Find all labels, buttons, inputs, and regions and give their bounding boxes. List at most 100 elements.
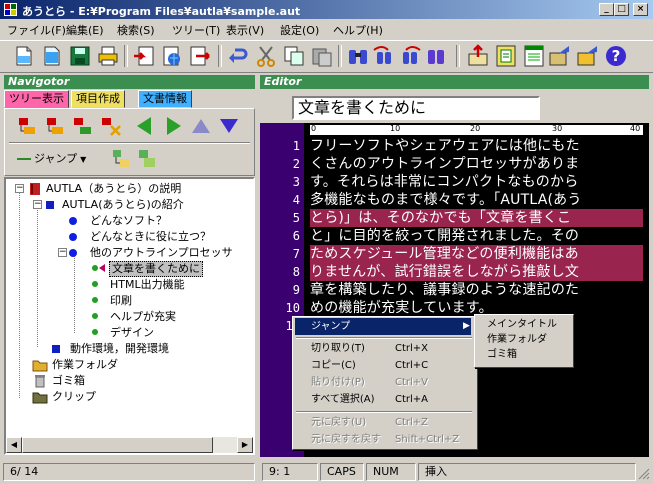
replace-button[interactable] <box>424 44 448 68</box>
open-button[interactable] <box>40 44 64 68</box>
context-menu: ジャンプ ▶ 切り取り(T) Ctrl+X コピー(C) Ctrl+C 貼り付け(P… <box>292 316 478 450</box>
tree-node[interactable]: HTML出力機能 <box>6 277 251 293</box>
tree-node[interactable]: ヘルプが充実 <box>6 309 251 325</box>
binoculars-icon <box>349 50 367 64</box>
app-icon <box>4 3 17 16</box>
triangle-right-icon <box>167 117 181 135</box>
export-button[interactable] <box>188 44 212 68</box>
scissors-icon <box>257 46 275 67</box>
folder-tool-button[interactable] <box>548 44 572 68</box>
menu-shortcut: Ctrl+V <box>395 377 429 388</box>
triangle-down-icon <box>220 119 238 133</box>
find-button[interactable] <box>346 44 370 68</box>
new-file-button[interactable] <box>12 44 36 68</box>
menu-search[interactable]: 検索(S) <box>117 22 155 38</box>
tree-node[interactable]: 作業フォルダ <box>6 357 251 373</box>
upload-button[interactable] <box>466 44 490 68</box>
tree-node[interactable]: − 他のアウトラインプロセッサ <box>6 245 251 261</box>
tree-node[interactable]: クリップ <box>6 389 251 405</box>
maximize-button[interactable]: □ <box>614 3 629 16</box>
folder-open-icon <box>577 46 597 66</box>
outline-tree: − AUTLA（あうとら）の説明 − AUTLA(あうとら)の紹介 どんなソフト… <box>4 177 255 455</box>
collapse-toggle[interactable]: − <box>33 200 42 209</box>
document-button[interactable] <box>522 44 546 68</box>
undo-icon <box>229 48 248 63</box>
globe-button[interactable] <box>160 44 184 68</box>
import-button[interactable] <box>132 44 156 68</box>
tree-node[interactable]: ゴミ箱 <box>6 373 251 389</box>
scroll-right-button[interactable]: ▶ <box>237 437 253 453</box>
save-button[interactable] <box>68 44 92 68</box>
menu-settings[interactable]: 設定(O) <box>280 22 319 38</box>
expand-tree-button[interactable] <box>109 147 133 171</box>
menu-item-redo[interactable]: 元に戻すを戻す Shift+Ctrl+Z <box>295 431 471 448</box>
menu-item-jump[interactable]: ジャンプ ▶ <box>295 318 471 335</box>
collapse-toggle[interactable]: − <box>15 184 24 193</box>
tab-tree-view[interactable]: ツリー表示 <box>4 90 69 108</box>
menu-edit[interactable]: 編集(E) <box>66 22 104 38</box>
paste-button[interactable] <box>310 44 334 68</box>
menu-item-cut[interactable]: 切り取り(T) Ctrl+X <box>295 340 471 357</box>
close-button[interactable]: × <box>633 3 648 16</box>
collapse-toggle[interactable]: − <box>58 248 67 257</box>
submenu-item[interactable]: メインタイトル <box>487 317 557 332</box>
menu-item-label: 貼り付け(P) <box>311 377 365 388</box>
menu-item-copy[interactable]: コピー(C) Ctrl+C <box>295 357 471 374</box>
status-caps: CAPS <box>320 463 364 481</box>
column-ruler: 0 10 20 30 40 <box>310 124 643 135</box>
tree-delete-button[interactable] <box>99 114 123 138</box>
help-button[interactable]: ? <box>604 44 628 68</box>
submenu-item[interactable]: ゴミ箱 <box>487 347 517 362</box>
line-number: 4 <box>292 193 300 207</box>
menu-bar: ファイル(F) 編集(E) 検索(S) ツリー(T) 表示(V) 設定(O) ヘ… <box>0 19 653 39</box>
undo-button[interactable] <box>226 44 250 68</box>
menu-help[interactable]: ヘルプ(H) <box>333 22 383 38</box>
tab-item-create[interactable]: 項目作成 <box>71 90 125 108</box>
scroll-thumb[interactable] <box>22 437 213 453</box>
editor-title-area: 文章を書くために <box>260 90 649 123</box>
nav-forward-button[interactable] <box>161 114 185 138</box>
jump-dropdown-button[interactable]: ジャンプ ▼ <box>17 149 97 169</box>
section-title-field[interactable]: 文章を書くために <box>292 96 540 120</box>
find-next-button[interactable] <box>398 44 422 68</box>
tree-indent-button[interactable] <box>71 114 95 138</box>
tab-doc-info[interactable]: 文書情報 <box>138 90 192 108</box>
minimize-button[interactable]: _ <box>599 3 614 16</box>
line-number: 8 <box>292 265 300 279</box>
nav-down-button[interactable] <box>217 114 241 138</box>
tree-move-down-button[interactable] <box>43 114 67 138</box>
tree-node[interactable]: 印刷 <box>6 293 251 309</box>
find-prev-button[interactable] <box>372 44 396 68</box>
collapse-tree-button[interactable] <box>135 147 159 171</box>
tree-node[interactable]: どんなソフト？ <box>6 213 251 229</box>
status-num: NUM <box>366 463 416 481</box>
menu-item-paste[interactable]: 貼り付け(P) Ctrl+V <box>295 374 471 391</box>
tree-move-up-button[interactable] <box>15 114 39 138</box>
copy-button[interactable] <box>282 44 306 68</box>
pane-splitter[interactable] <box>256 75 259 458</box>
outline-button[interactable] <box>494 44 518 68</box>
menu-item-label: すべて選択(A) <box>311 394 375 405</box>
folder-open-button[interactable] <box>576 44 600 68</box>
menu-tree[interactable]: ツリー(T) <box>172 22 220 38</box>
menu-item-undo[interactable]: 元に戻す(U) Ctrl+Z <box>295 414 471 431</box>
tree-label: AUTLA(あうとら)の紹介 <box>62 198 184 211</box>
cut-button[interactable] <box>254 44 278 68</box>
scroll-left-button[interactable]: ◀ <box>6 437 22 453</box>
tree-node[interactable]: デザイン <box>6 325 251 341</box>
nav-up-button[interactable] <box>189 114 213 138</box>
tree-horizontal-scrollbar[interactable]: ◀ ▶ <box>6 437 253 453</box>
print-button[interactable] <box>96 44 120 68</box>
menu-item-select-all[interactable]: すべて選択(A) Ctrl+A <box>295 391 471 408</box>
tree-delete-icon <box>102 118 121 136</box>
resize-grip[interactable] <box>638 468 650 480</box>
tree-node[interactable]: どんなときに役に立つ？ <box>6 229 251 245</box>
tree-node[interactable]: − AUTLA(あうとら)の紹介 <box>6 197 251 213</box>
nav-back-button[interactable] <box>133 114 157 138</box>
tree-node-selected[interactable]: 文章を書くために <box>6 261 251 277</box>
menu-view[interactable]: 表示(V) <box>226 22 264 38</box>
tree-node[interactable]: 動作環境，開発環境 <box>6 341 251 357</box>
submenu-item[interactable]: 作業フォルダ <box>487 332 547 347</box>
menu-file[interactable]: ファイル(F) <box>7 22 66 38</box>
tree-node[interactable]: − AUTLA（あうとら）の説明 <box>6 181 251 197</box>
